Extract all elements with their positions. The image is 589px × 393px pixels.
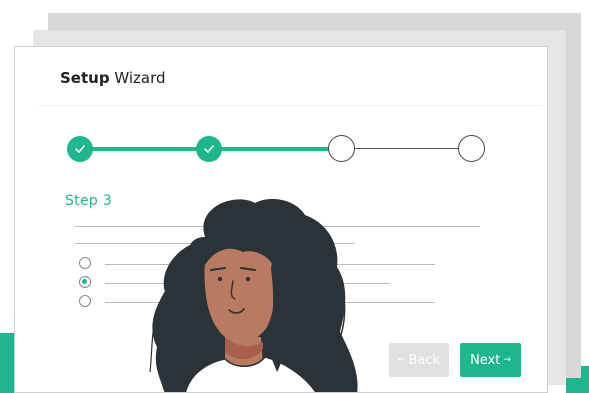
stepper-connector-3 bbox=[355, 148, 459, 149]
woman-illustration bbox=[149, 199, 358, 392]
decorative-green-block-left bbox=[0, 333, 14, 393]
stepper-step-1[interactable] bbox=[67, 136, 93, 162]
next-button-label: Next bbox=[470, 352, 501, 368]
option-radio-3[interactable] bbox=[79, 295, 91, 307]
back-button[interactable]: ← Back bbox=[389, 343, 449, 377]
wizard-card: Setup Wizard Step 3 ← Back Next → bbox=[14, 46, 548, 393]
arrow-left-icon: ← bbox=[397, 355, 406, 365]
step-label: Step 3 bbox=[65, 193, 113, 209]
arrow-right-icon: → bbox=[503, 355, 511, 365]
wizard-title: Setup Wizard bbox=[60, 69, 166, 87]
check-icon bbox=[75, 145, 85, 153]
option-radio-2[interactable] bbox=[79, 276, 91, 288]
header-divider bbox=[39, 105, 543, 106]
next-button[interactable]: Next → bbox=[460, 343, 521, 377]
option-radio-1[interactable] bbox=[79, 257, 91, 269]
stepper-connector-2 bbox=[217, 147, 329, 151]
stepper-step-2[interactable] bbox=[196, 136, 222, 162]
back-button-label: Back bbox=[408, 352, 441, 368]
wizard-title-rest: Wizard bbox=[109, 69, 166, 87]
stepper-step-4[interactable] bbox=[458, 135, 485, 162]
stepper-connector-1 bbox=[85, 147, 201, 151]
wizard-title-bold: Setup bbox=[60, 69, 110, 87]
check-icon bbox=[204, 145, 214, 153]
stepper-step-3[interactable] bbox=[328, 135, 355, 162]
